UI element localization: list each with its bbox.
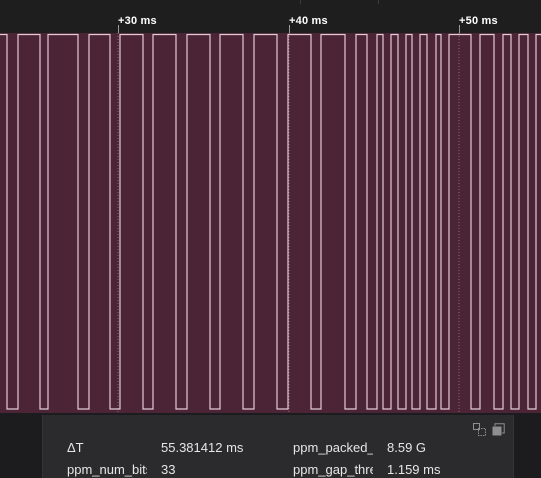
ruler-label-30ms: +30 ms (118, 15, 157, 27)
timeline-ruler[interactable]: +30 ms +40 ms +50 ms (0, 0, 541, 33)
copy-icon[interactable] (492, 423, 505, 436)
ruler-label-50ms: +50 ms (459, 15, 498, 27)
ppm-packed-label: ppm_packed_ (293, 440, 373, 455)
ppm-num-bits-label: ppm_num_bits (67, 462, 147, 477)
ppm-gap-threshold-value: 1.159 ms (387, 462, 441, 477)
split-view-icon[interactable] (473, 423, 486, 436)
digital-signal-trace (0, 33, 541, 413)
ppm-packed-value: 8.59 G (387, 440, 427, 455)
ruler-separator (378, 0, 379, 4)
ppm-num-bits-value: 33 (161, 462, 176, 477)
waveform-view[interactable] (0, 33, 541, 413)
delta-t-value: 55.381412 ms (161, 440, 244, 455)
ruler-separator (300, 0, 301, 4)
ppm-gap-threshold-label: ppm_gap_thre (293, 462, 373, 477)
delta-t-label: ΔT (67, 440, 84, 455)
measurement-panel: ΔT 55.381412 ms ppm_packed_ 8.59 G ppm_n… (42, 415, 514, 478)
trace-background (0, 33, 541, 413)
ruler-label-40ms: +40 ms (289, 15, 328, 27)
